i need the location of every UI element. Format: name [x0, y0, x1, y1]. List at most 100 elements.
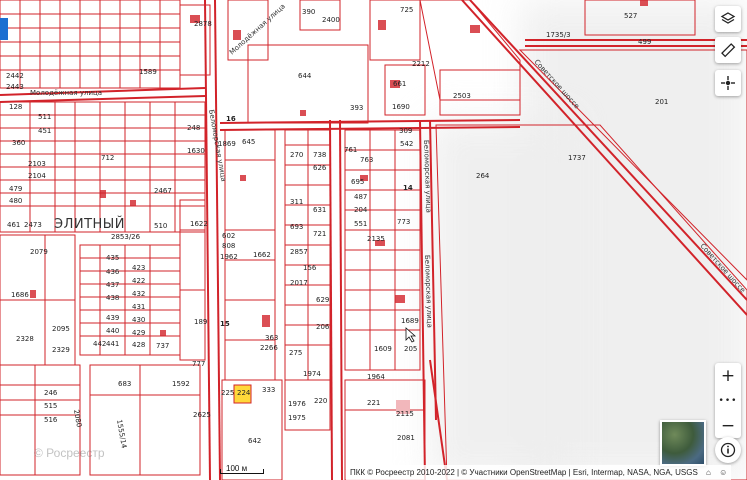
- parcel-number: 429: [132, 329, 145, 337]
- parcel-number: 1589: [139, 68, 157, 76]
- parcel-number: 2503: [453, 92, 471, 100]
- parcel-number: 777: [192, 360, 205, 368]
- parcel-number: 309: [399, 127, 412, 135]
- parcel-number: 437: [106, 281, 119, 289]
- parcel-number: 189: [194, 318, 207, 326]
- parcel-number: 695: [351, 178, 364, 186]
- zoom-controls: + ••• −: [715, 363, 741, 438]
- parcel-number: 275: [289, 349, 302, 357]
- parcel-number: 516: [44, 416, 58, 424]
- parcel-number: 721: [313, 230, 326, 238]
- parcel-number: 128: [9, 103, 22, 111]
- parcel-number: 1555/14: [115, 419, 128, 450]
- parcel-number: 204: [354, 206, 368, 214]
- parcel-number: 2473: [24, 221, 42, 229]
- parcel-number: 542: [400, 140, 413, 148]
- parcel-number: 511: [38, 113, 51, 121]
- parcel-number: 248: [187, 124, 200, 132]
- parcel-number: 626: [313, 164, 327, 172]
- parcel-number: 2625: [193, 411, 211, 419]
- info-icon: [720, 442, 736, 458]
- more-button[interactable]: •••: [715, 388, 741, 413]
- cadastral-map[interactable]: Молодёжная улица Молодёжная улица Беломо…: [0, 0, 747, 480]
- parcel-number: 14: [403, 184, 413, 192]
- parcel-number: 422: [132, 277, 145, 285]
- parcel-number: 487: [354, 193, 367, 201]
- parcel-number: 2328: [16, 335, 34, 343]
- street-molodezhnaya-left: Молодёжная улица: [30, 89, 102, 97]
- zoom-out-button[interactable]: −: [715, 413, 741, 438]
- parcel-number: 510: [154, 222, 167, 230]
- parcel-number: 479: [9, 185, 22, 193]
- parcel-number: 693: [290, 223, 303, 231]
- parcel-number: 629: [316, 296, 329, 304]
- parcel-number: 270: [290, 151, 303, 159]
- parcel-number: 430: [132, 316, 145, 324]
- zoom-in-button[interactable]: +: [715, 363, 741, 388]
- street-belomorskaya-2: Беломорская улица: [422, 140, 433, 213]
- person-icon[interactable]: ☺: [719, 468, 727, 477]
- info-button[interactable]: [715, 437, 741, 463]
- parcel-number: 737: [156, 342, 169, 350]
- parcel-number: 1964: [367, 373, 385, 381]
- parcel-number: 725: [400, 6, 413, 14]
- locate-button[interactable]: [715, 70, 741, 96]
- parcel-number: 363: [265, 334, 278, 342]
- parcel-number: 2095: [52, 325, 70, 333]
- ruler-icon: [721, 43, 736, 58]
- parcel-number: 1686: [11, 291, 29, 299]
- parcel-number: 1974: [303, 370, 321, 378]
- parcel-number: 451: [38, 127, 51, 135]
- parcel-number: 1662: [253, 251, 271, 259]
- layers-button[interactable]: [715, 6, 741, 32]
- parcel-number: 333: [262, 386, 275, 394]
- parcel-number: 480: [9, 197, 22, 205]
- layers-icon: [720, 12, 736, 24]
- parcel-number: 246: [44, 389, 58, 397]
- parcel-number: 431: [132, 303, 145, 311]
- parcel-number: 16: [226, 115, 236, 123]
- parcel-number: 645: [242, 138, 255, 146]
- parcel-number: 1737: [568, 154, 586, 162]
- attribution-text: ПКК © Росреестр 2010-2022 | © Участники …: [350, 468, 698, 477]
- home-icon[interactable]: ⌂: [706, 468, 711, 477]
- parcel-number: 515: [44, 402, 57, 410]
- street-sovetskoe-1: Советское шоссе: [533, 58, 581, 110]
- parcel-number: 631: [313, 206, 326, 214]
- parcel-number: 461: [7, 221, 20, 229]
- parcel-number: 2079: [30, 248, 48, 256]
- parcel-number: 360: [12, 139, 25, 147]
- ruler-button[interactable]: [715, 37, 741, 63]
- parcel-number: 393: [350, 104, 363, 112]
- side-panel-tab[interactable]: [0, 18, 8, 40]
- crosshair-icon: [721, 76, 735, 90]
- scale-line: [220, 469, 264, 474]
- parcel-number: 761: [344, 146, 357, 154]
- parcel-number: 2115: [396, 410, 414, 418]
- parcel-number: 221: [367, 399, 380, 407]
- parcel-number: 2400: [322, 16, 340, 24]
- parcel-number: 311: [290, 198, 303, 206]
- parcel-number: 773: [397, 218, 410, 226]
- parcel-number: 423: [132, 264, 145, 272]
- parcel-number: 201: [655, 98, 668, 106]
- parcel-number: 442: [93, 340, 106, 348]
- parcel-number: 1869: [218, 140, 236, 148]
- parcel-number: 2442: [6, 72, 24, 80]
- parcel-number: 439: [106, 314, 119, 322]
- parcel-number: 602: [222, 232, 235, 240]
- parcel-number: 1975: [288, 414, 306, 422]
- parcel-number: 225: [221, 389, 234, 397]
- parcel-number: 2443: [6, 83, 24, 91]
- parcel-number: 551: [354, 220, 367, 228]
- parcel-number: 2878: [194, 20, 212, 28]
- parcel-number: 763: [360, 156, 373, 164]
- parcel-number: 15: [220, 320, 230, 328]
- basemap-switcher-thumbnail[interactable]: [660, 420, 706, 466]
- parcel-number: 738: [313, 151, 326, 159]
- parcel-number: 428: [132, 341, 145, 349]
- parcel-number: 499: [638, 38, 651, 46]
- parcel-number: 1630: [187, 147, 205, 155]
- parcel-number: 1689: [401, 317, 419, 325]
- parcel-number: 2467: [154, 187, 172, 195]
